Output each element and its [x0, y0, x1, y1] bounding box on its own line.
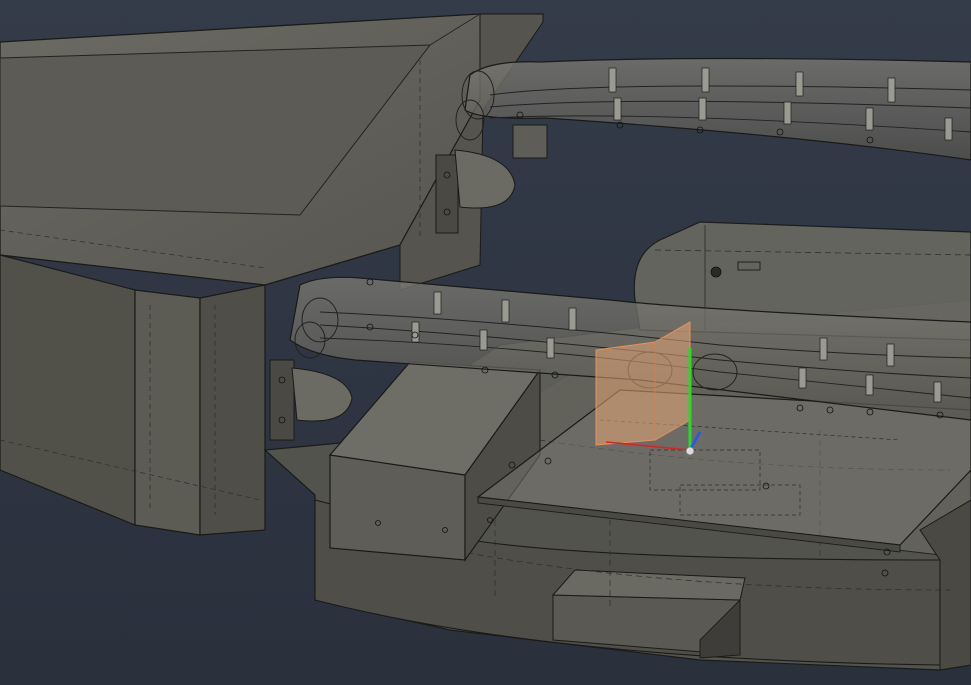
- cad-viewport[interactable]: [0, 0, 971, 685]
- triad-origin[interactable]: [685, 446, 695, 456]
- model-scene[interactable]: [0, 0, 971, 685]
